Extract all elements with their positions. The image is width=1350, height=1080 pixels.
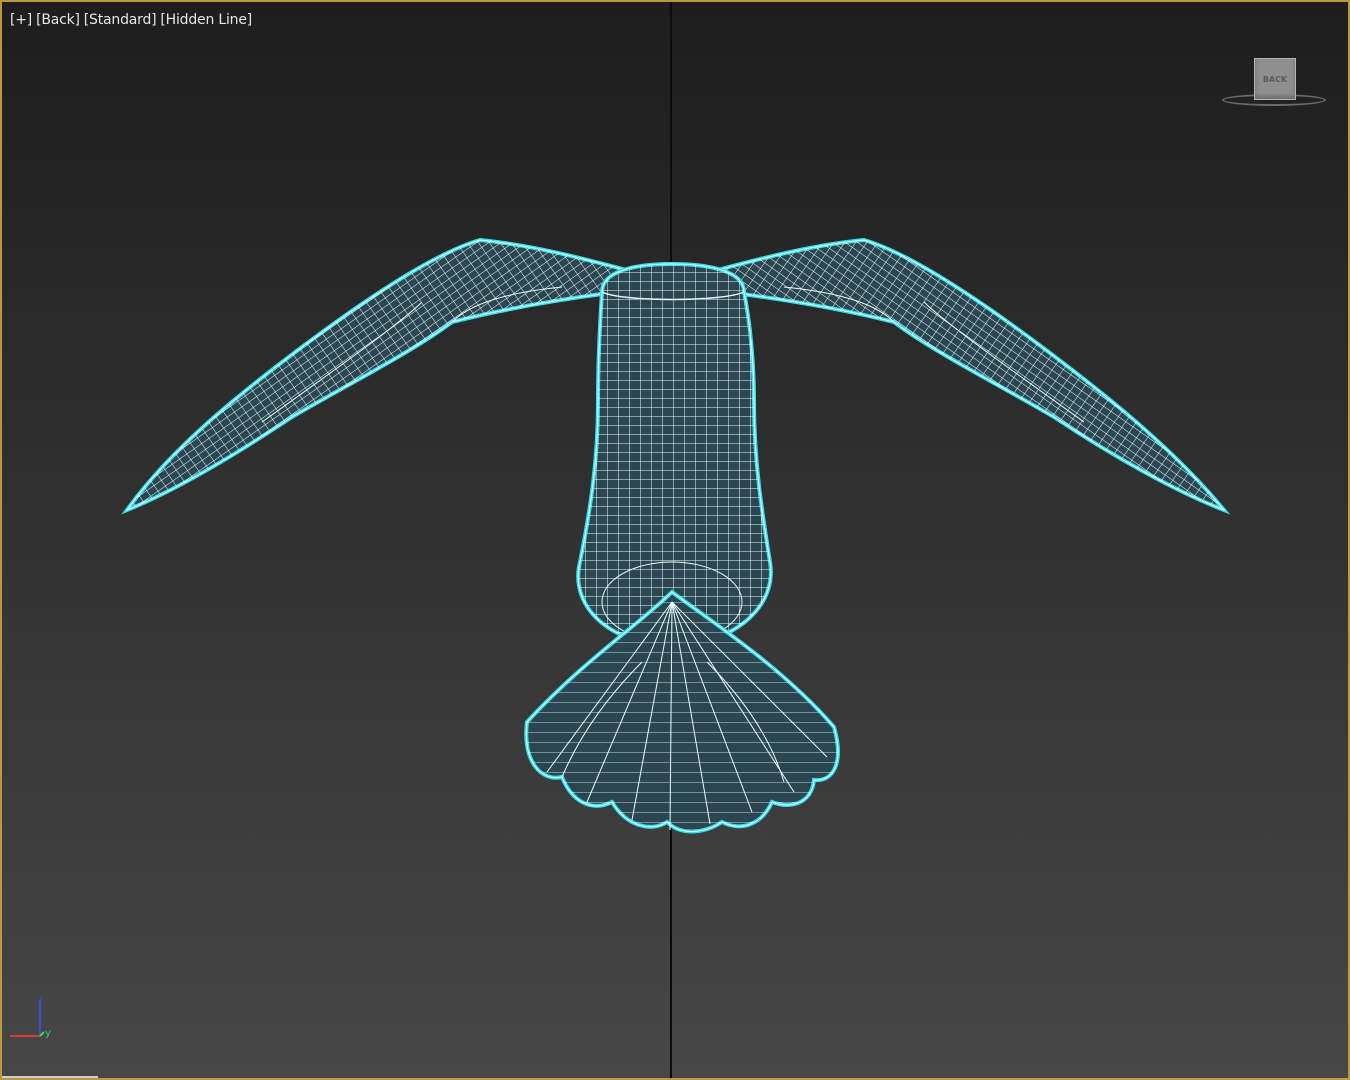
bird-wireframe-model[interactable] <box>2 2 1350 1080</box>
status-strip <box>2 1076 98 1078</box>
left-wing <box>121 237 648 515</box>
viewcube[interactable]: BACK <box>1220 54 1332 114</box>
tail-fan <box>524 589 840 834</box>
right-wing <box>696 237 1231 515</box>
axis-label-y: y <box>45 1028 51 1039</box>
viewcube-face-back[interactable]: BACK <box>1254 58 1296 100</box>
viewport-back[interactable]: [+] [Back] [Standard] [Hidden Line] BACK… <box>0 0 1350 1080</box>
bird-body <box>576 261 773 650</box>
axis-tripod-icon: z y <box>10 994 51 1039</box>
viewcube-face-label: BACK <box>1262 74 1288 84</box>
axis-label-z: z <box>38 994 43 1005</box>
